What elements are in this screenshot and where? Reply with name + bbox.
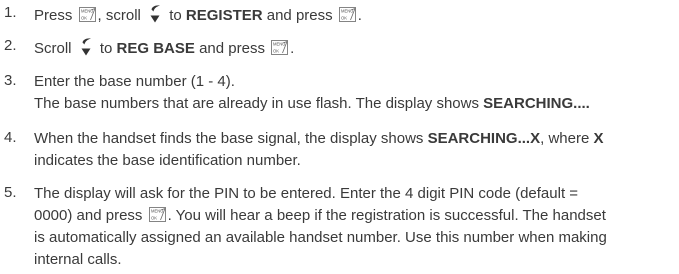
text: . You will hear a beep if the registrati… — [167, 207, 606, 224]
step-3-line-1: Enter the base number (1 - 4). — [34, 73, 235, 90]
display-text: SEARCHING.... — [483, 95, 590, 112]
text: to — [169, 7, 182, 24]
text: When the handset finds the base signal, … — [34, 130, 424, 147]
menu-ok-key-icon — [79, 7, 96, 22]
menu-option: REG BASE — [116, 40, 195, 57]
scroll-key-icon — [80, 37, 92, 57]
step-3-line-2: The base numbers that are already in use… — [34, 94, 590, 113]
step-5-line-4: internal calls. — [34, 251, 122, 268]
step-5-line-2: 0000) and press . You will hear a beep i… — [34, 206, 606, 225]
text: Press — [34, 7, 73, 24]
text: and press — [199, 40, 265, 57]
menu-ok-key-icon — [271, 40, 288, 55]
text: , where — [540, 130, 590, 147]
step-5-line-1: The display will ask for the PIN to be e… — [34, 185, 579, 202]
text: 0000) and press — [34, 207, 143, 224]
step-4-line-1: When the handset finds the base signal, … — [34, 129, 604, 148]
display-text: X — [593, 130, 604, 147]
text: Scroll — [34, 40, 72, 57]
menu-ok-key-icon — [339, 7, 356, 22]
text: and press — [266, 7, 333, 24]
step-2-text: Scroll to REG BASE and press . — [34, 37, 294, 58]
menu-ok-key-icon — [149, 207, 166, 222]
step-number: 3. — [4, 72, 17, 89]
text: to — [99, 40, 113, 57]
step-1-text: Press , scroll to REGISTER and press . — [34, 4, 362, 25]
step-number: 2. — [4, 37, 17, 54]
text: The base numbers that are already in use… — [34, 95, 479, 112]
step-number: 5. — [4, 184, 17, 201]
menu-option: REGISTER — [185, 7, 263, 24]
step-number: 4. — [4, 129, 17, 146]
text: . — [290, 40, 295, 57]
step-number: 1. — [4, 4, 17, 21]
display-text: SEARCHING...X — [427, 130, 541, 147]
scroll-key-icon — [149, 4, 161, 24]
text: . — [357, 7, 362, 24]
text: , scroll — [97, 7, 141, 24]
step-4-line-2: indicates the base identification number… — [34, 152, 301, 169]
step-5-line-3: is automatically assigned an available h… — [34, 229, 607, 246]
